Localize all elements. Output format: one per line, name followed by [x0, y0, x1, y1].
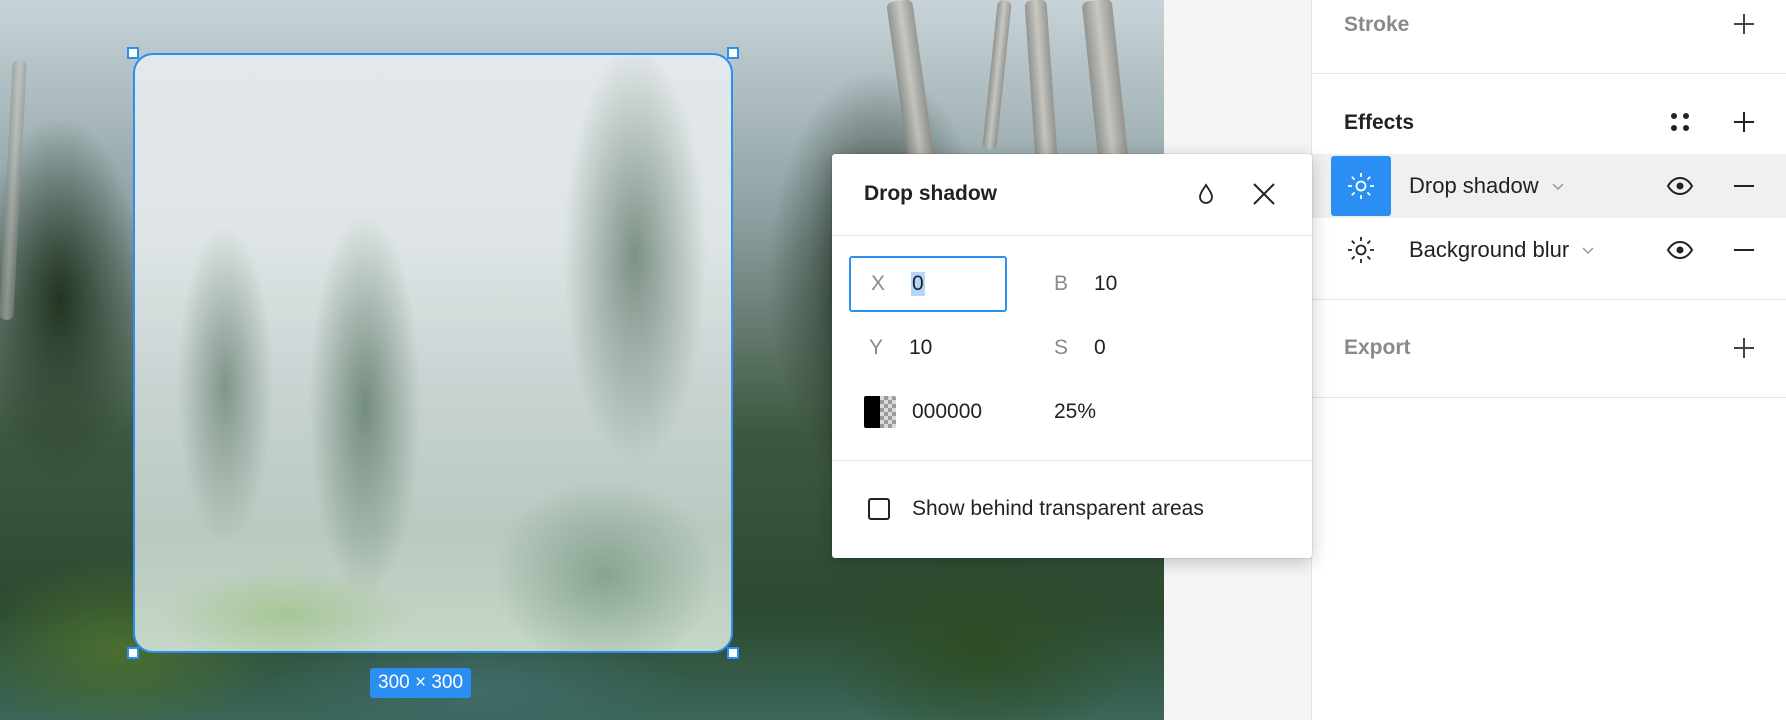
drop-shadow-popover: Drop shadow X 0 B 10 Y 10 S 0 000000 25%…	[832, 154, 1312, 558]
color-hex-value[interactable]: 000000	[912, 400, 982, 424]
plus-icon	[1734, 338, 1754, 358]
sun-icon	[1348, 173, 1374, 199]
sun-icon	[1348, 237, 1374, 263]
divider	[832, 460, 1312, 461]
y-value[interactable]: 10	[909, 336, 932, 360]
frame-size-badge: 300 × 300	[370, 668, 472, 698]
b-label: B	[1054, 272, 1069, 295]
effect-row-drop-shadow[interactable]: Drop shadow	[1312, 154, 1786, 218]
toggle-visibility-button[interactable]	[1662, 168, 1698, 204]
shadow-spread-input[interactable]: S 0	[1054, 320, 1204, 376]
s-value[interactable]: 0	[1094, 336, 1106, 360]
toggle-visibility-button[interactable]	[1662, 232, 1698, 268]
remove-effect-button[interactable]	[1726, 168, 1762, 204]
b-value[interactable]: 10	[1094, 272, 1117, 296]
style-button[interactable]	[1190, 178, 1222, 210]
app-stage: 300 × 300 Stroke Effects Drop shadow Bac…	[0, 0, 1786, 720]
show-behind-checkbox[interactable]	[868, 498, 890, 520]
color-swatch[interactable]	[864, 396, 896, 428]
stroke-title: Stroke	[1344, 13, 1410, 36]
effects-styles-button[interactable]	[1662, 104, 1698, 140]
swatch-solid	[864, 396, 880, 428]
add-effect-button[interactable]	[1726, 104, 1762, 140]
plus-icon	[1734, 112, 1754, 132]
properties-panel: Stroke Effects Drop shadow Background bl…	[1311, 0, 1786, 720]
eye-icon	[1666, 176, 1694, 196]
effect-label: Background blur	[1409, 237, 1570, 262]
opacity-value[interactable]: 25%	[1054, 400, 1096, 424]
s-label: S	[1054, 336, 1069, 359]
y-label: Y	[869, 336, 884, 359]
resize-handle-bottom-left[interactable]	[127, 647, 139, 659]
resize-handle-top-right[interactable]	[727, 47, 739, 59]
add-stroke-button[interactable]	[1726, 6, 1762, 42]
styles-grid-icon	[1671, 113, 1689, 131]
resize-handle-bottom-right[interactable]	[727, 647, 739, 659]
x-label: X	[871, 272, 886, 295]
shadow-x-input[interactable]: X 0	[849, 256, 1007, 312]
chevron-down-icon	[1581, 245, 1595, 255]
remove-effect-button[interactable]	[1726, 232, 1762, 268]
effect-type-select[interactable]: Drop shadow	[1409, 173, 1565, 199]
background-photo-tree	[1081, 0, 1129, 162]
close-icon	[1253, 183, 1275, 205]
popover-header: Drop shadow	[832, 154, 1312, 236]
minus-icon	[1734, 185, 1754, 187]
background-photo-tree	[1024, 0, 1058, 161]
checkbox-label: Show behind transparent areas	[912, 497, 1204, 520]
resize-handle-top-left[interactable]	[127, 47, 139, 59]
show-behind-transparent-option[interactable]: Show behind transparent areas	[868, 484, 1204, 534]
swatch-transparency	[880, 396, 896, 428]
stroke-section: Stroke	[1312, 0, 1786, 74]
drop-icon	[1199, 183, 1213, 204]
add-export-button[interactable]	[1726, 330, 1762, 366]
background-photo-tree	[0, 59, 27, 321]
minus-icon	[1734, 249, 1754, 251]
export-title: Export	[1344, 336, 1411, 359]
export-section: Export	[1312, 300, 1786, 398]
shadow-blur-input[interactable]: B 10	[1054, 256, 1204, 312]
plus-icon	[1734, 14, 1754, 34]
effect-type-select[interactable]: Background blur	[1409, 237, 1595, 263]
shadow-y-input[interactable]: Y 10	[869, 320, 1019, 376]
effect-type-toggle[interactable]	[1331, 156, 1391, 216]
background-photo-tree	[982, 0, 1012, 151]
effects-title: Effects	[1344, 111, 1415, 134]
x-value[interactable]: 0	[911, 272, 925, 296]
effect-row-background-blur[interactable]: Background blur	[1312, 218, 1786, 282]
close-button[interactable]	[1246, 176, 1282, 212]
eye-icon	[1666, 240, 1694, 260]
effect-type-toggle[interactable]	[1331, 220, 1391, 280]
shadow-color-input[interactable]: 000000	[864, 384, 982, 440]
popover-title: Drop shadow	[864, 182, 998, 205]
effects-section: Effects Drop shadow Background blur	[1312, 74, 1786, 300]
chevron-down-icon	[1551, 181, 1565, 191]
selected-frame[interactable]	[133, 53, 733, 653]
effect-label: Drop shadow	[1409, 173, 1539, 198]
shadow-opacity-input[interactable]: 25%	[1054, 384, 1096, 440]
